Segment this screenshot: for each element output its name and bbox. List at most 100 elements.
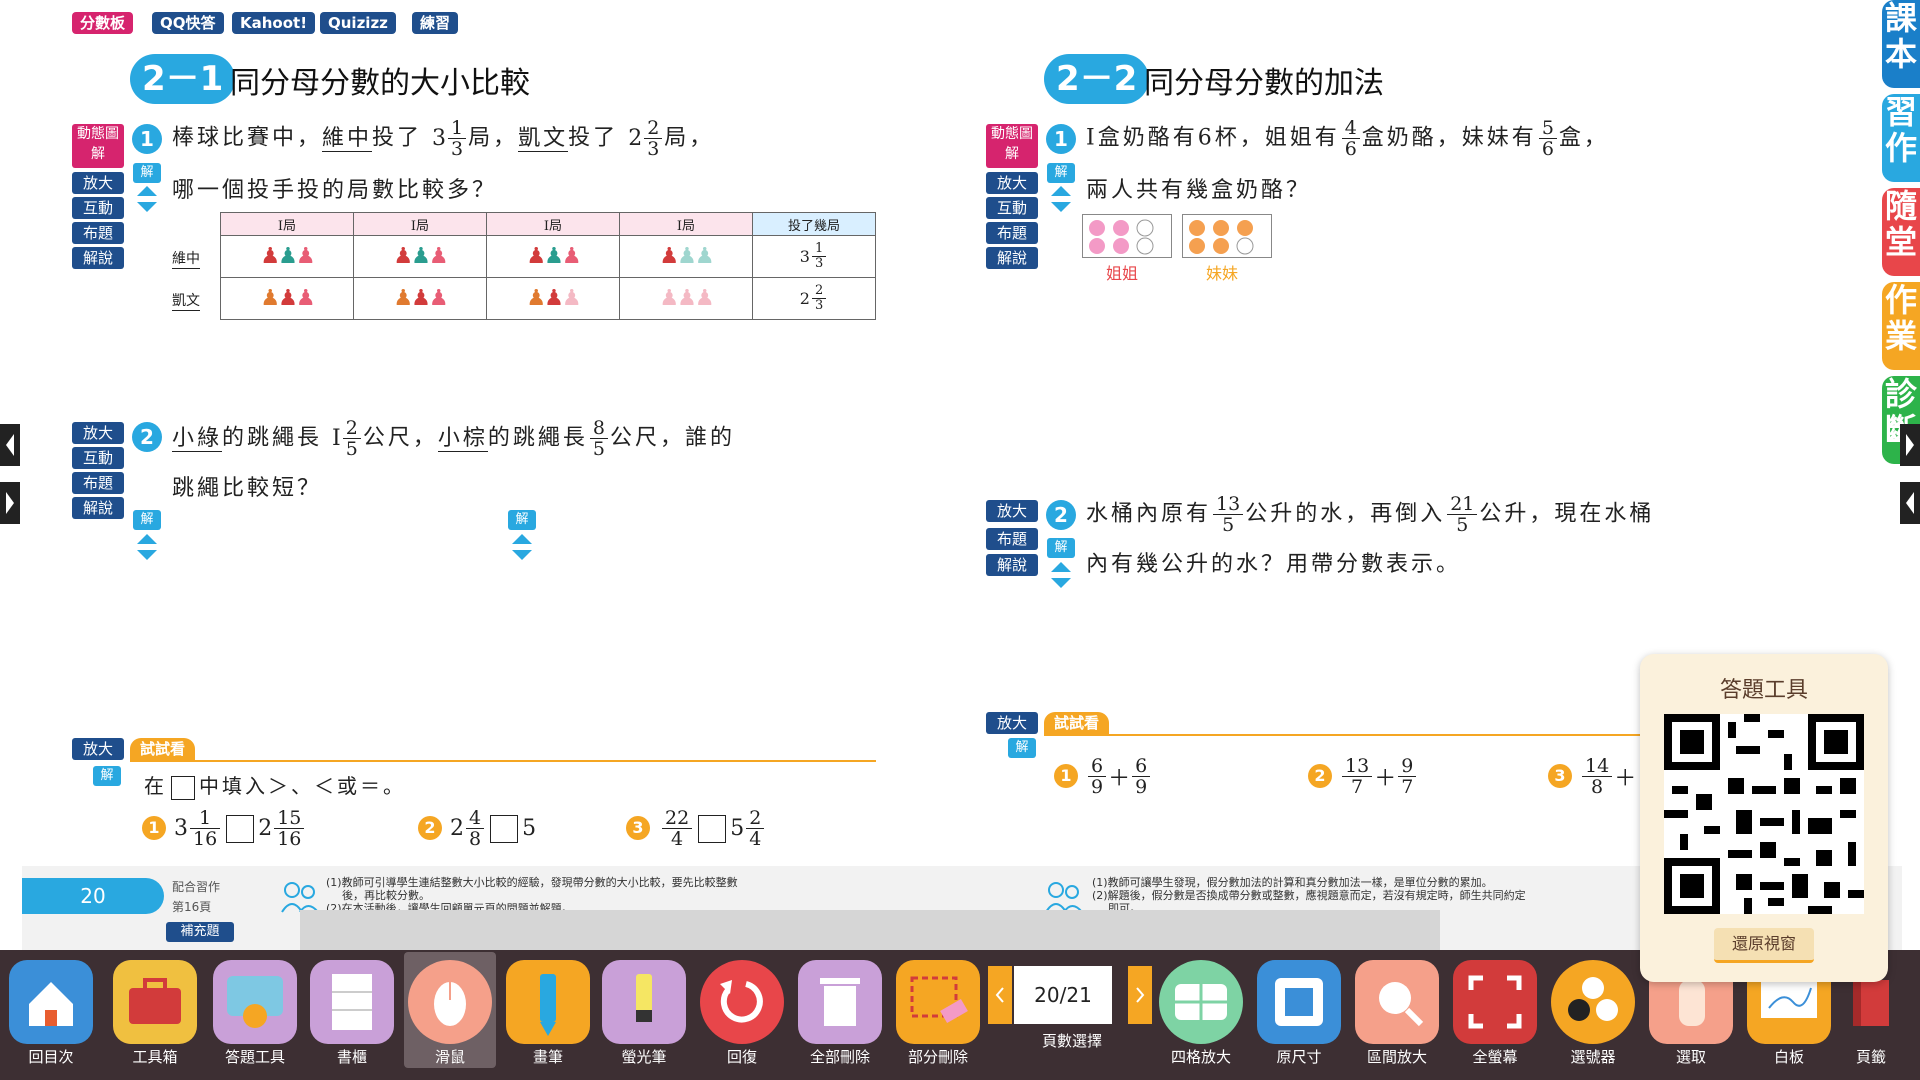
expand-toggle-icon[interactable] — [512, 534, 532, 560]
player-icons: ♟♟♟ — [353, 235, 487, 278]
total-cell: 313 — [752, 235, 876, 278]
dynamic-diagram-button[interactable]: 動態圖解 — [72, 124, 124, 168]
partial-delete-button[interactable]: 部分刪除 — [893, 960, 983, 1067]
question-number: 1 — [132, 124, 162, 154]
fullscreen-button[interactable]: 全螢幕 — [1450, 960, 1540, 1067]
problem-button[interactable]: 布題 — [72, 222, 124, 244]
quizizz-button[interactable]: Quizizz — [320, 12, 396, 34]
q2-line2-right: 內有幾公升的水？用帶分數表示。 — [1086, 552, 1462, 577]
bookshelf-button[interactable]: 書櫃 — [307, 960, 397, 1067]
answer-box[interactable] — [226, 814, 255, 843]
innings-table: Ⅰ局 Ⅰ局 Ⅰ局 Ⅰ局 投了幾局 ♟♟♟ ♟♟♟ ♟♟♟ ♟♟♟ 313 ♟♟♟… — [220, 212, 876, 320]
label-sister: 姐姐 — [1106, 264, 1139, 283]
toolbox-button[interactable]: 工具箱 — [110, 960, 200, 1067]
item-number: 3 — [1548, 764, 1572, 788]
practice-button[interactable]: 練習 — [412, 12, 459, 34]
interact-button[interactable]: 互動 — [72, 197, 124, 219]
problem-button[interactable]: 布題 — [986, 222, 1038, 244]
interact-button[interactable]: 互動 — [72, 447, 124, 469]
restore-window-button[interactable]: 還原視窗 — [1714, 928, 1814, 963]
answer-box[interactable] — [698, 814, 727, 843]
question-number: 1 — [1046, 124, 1076, 154]
answer-box[interactable] — [490, 814, 519, 843]
table-header: Ⅰ局 — [353, 212, 487, 236]
supplementary-button[interactable]: 補充題 — [166, 922, 234, 942]
answer-tool-button[interactable]: 答題工具 — [210, 960, 300, 1067]
try-tag: 試試看 — [130, 738, 196, 760]
solution-button[interactable]: 解 — [1047, 163, 1075, 183]
highlighter-button[interactable]: 螢光筆 — [599, 960, 689, 1067]
player-icons: ♟♟♟ — [486, 235, 620, 278]
solution-button[interactable]: 解 — [508, 510, 536, 530]
q1-line2: 哪一個投手投的局數比較多？ — [172, 178, 498, 203]
region-zoom-button[interactable]: 區間放大 — [1352, 960, 1442, 1067]
divider — [130, 760, 876, 762]
tab-textbook[interactable]: 課本 — [1882, 0, 1920, 88]
question-number: 2 — [132, 422, 162, 452]
page-prev-icon[interactable] — [988, 966, 1012, 1024]
prev-page-arrow-icon[interactable] — [0, 424, 20, 466]
zoom-button[interactable]: 放大 — [986, 172, 1038, 194]
add-item-3: 14 8 ＋ — [1580, 756, 1636, 797]
pen-button[interactable]: 畫筆 — [503, 960, 593, 1067]
fraction-board-button[interactable]: 分數板 — [72, 12, 134, 34]
dynamic-diagram-button[interactable]: 動態圖解 — [986, 124, 1038, 168]
expand-toggle-icon[interactable] — [137, 534, 157, 560]
original-size-button[interactable]: 原尺寸 — [1254, 960, 1344, 1067]
kahoot-button[interactable]: Kahoot! — [232, 12, 316, 34]
solution-button[interactable]: 解 — [93, 766, 121, 786]
solution-button[interactable]: 解 — [1047, 538, 1075, 558]
table-header: Ⅰ局 — [220, 212, 354, 236]
explain-button[interactable]: 解說 — [986, 554, 1038, 576]
tab-homework[interactable]: 作業 — [1882, 282, 1920, 370]
delete-all-button[interactable]: 全部刪除 — [795, 960, 885, 1067]
explain-button[interactable]: 解說 — [986, 247, 1038, 269]
mouse-button[interactable]: 滑鼠 — [405, 960, 495, 1067]
number-picker-button[interactable]: 選號器 — [1548, 960, 1638, 1067]
player-icons: ♟♟♟ — [353, 277, 487, 320]
quad-zoom-button[interactable]: 四格放大 — [1156, 960, 1246, 1067]
zoom-button[interactable]: 放大 — [986, 712, 1038, 734]
solution-button[interactable]: 解 — [133, 163, 161, 183]
table-header: Ⅰ局 — [486, 212, 620, 236]
table-header: Ⅰ局 — [619, 212, 753, 236]
tab-workbook[interactable]: 習作 — [1882, 94, 1920, 182]
q1-line1: 棒球比賽中，維中投了 3 1 3 局，凱文投了 2 2 3 局， — [172, 117, 715, 160]
expand-toggle-icon[interactable] — [137, 186, 157, 212]
problem-button[interactable]: 布題 — [72, 472, 124, 494]
add-item-2: 13 7 ＋ 9 7 — [1340, 756, 1418, 797]
qq-quick-answer-button[interactable]: QQ快答 — [152, 12, 224, 34]
workbook-ref: 配合習作 — [172, 880, 221, 894]
workbook-page: 第16頁 — [172, 900, 212, 914]
interact-button[interactable]: 互動 — [986, 197, 1038, 219]
section-title-left: 同分母分數的大小比較 — [230, 66, 530, 101]
player-icons: ♟♟♟ — [220, 235, 354, 278]
expand-toggle-icon[interactable] — [1051, 562, 1071, 588]
solution-button[interactable]: 解 — [133, 510, 161, 530]
player-icons: ♟♟♟ — [619, 277, 753, 320]
expand-toggle-icon[interactable] — [1051, 186, 1071, 212]
tab-in-class[interactable]: 隨堂 — [1882, 188, 1920, 276]
explain-button[interactable]: 解說 — [72, 247, 124, 269]
popup-title: 答題工具 — [1719, 678, 1808, 703]
zoom-button[interactable]: 放大 — [72, 738, 124, 760]
cheese-box-younger-sister — [1182, 214, 1272, 258]
zoom-button[interactable]: 放大 — [72, 422, 124, 444]
page-input[interactable]: 20/21 — [1014, 966, 1112, 1024]
compare-item-3: 22 4 5 2 4 — [660, 808, 766, 849]
cheese-box-sister — [1082, 214, 1172, 258]
page-number: 20 — [22, 878, 164, 914]
right-prev-arrow-icon[interactable] — [1900, 482, 1920, 524]
page-next-icon[interactable] — [1128, 966, 1152, 1024]
explain-button[interactable]: 解說 — [72, 497, 124, 519]
right-next-arrow-icon[interactable] — [1900, 424, 1920, 466]
zoom-button[interactable]: 放大 — [72, 172, 124, 194]
zoom-button[interactable]: 放大 — [986, 500, 1038, 522]
add-item-1: 6 9 ＋ 6 9 — [1086, 756, 1152, 797]
next-page-arrow-icon[interactable] — [0, 482, 20, 524]
solution-button[interactable]: 解 — [1008, 738, 1036, 758]
problem-button[interactable]: 布題 — [986, 528, 1038, 550]
q2-line1-right: 水桶內原有 13 5 公升的水，再倒入 21 5 公升，現在水桶 — [1086, 493, 1655, 536]
undo-button[interactable]: 回復 — [697, 960, 787, 1067]
home-button[interactable]: 回目次 — [6, 960, 96, 1067]
